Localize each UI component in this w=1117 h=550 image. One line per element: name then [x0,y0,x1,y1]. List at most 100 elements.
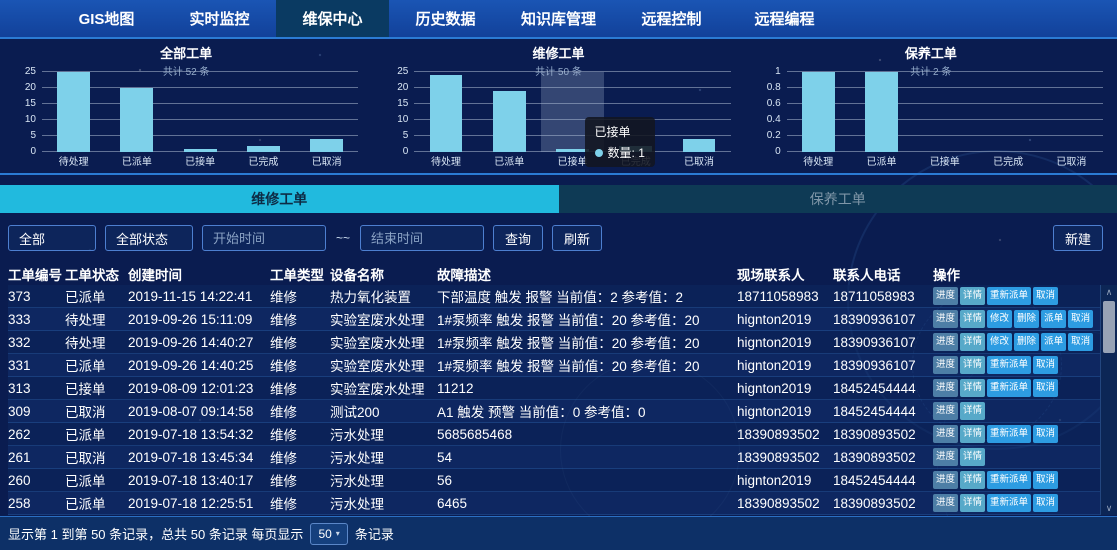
nav-item-remote-programming[interactable]: 远程编程 [728,0,841,37]
action-redispatch-button[interactable]: 重新派单 [987,471,1031,489]
action-cancel-button[interactable]: 取消 [1033,356,1058,374]
action-cancel-button[interactable]: 取消 [1033,471,1058,489]
chart-panel-3: 保养工单共计 2 条00.20.40.60.81待处理已派单已接单已完成已取消 [745,39,1117,173]
scroll-down-icon[interactable]: ∨ [1101,501,1117,515]
cell-fault-description: A1 触发 预警 当前值：0 参考值：0 [437,401,737,421]
chart-title: 维修工单 [372,39,744,62]
refresh-button[interactable]: 刷新 [552,225,602,251]
y-axis-tick: 1 [753,66,781,77]
tab-repair-orders[interactable]: 维修工单 [0,185,559,213]
tooltip-text: 数量: 1 [608,146,645,160]
start-time-input[interactable] [202,225,326,251]
cell-order-id: 309 [8,404,65,419]
cell-created-time: 2019-09-26 14:40:25 [128,358,270,373]
create-button[interactable]: 新建 [1053,225,1103,251]
nav-item-history-data[interactable]: 历史数据 [389,0,502,37]
cell-fault-description: 11212 [437,381,737,396]
action-cancel-button[interactable]: 取消 [1033,379,1058,397]
bar-待处理[interactable] [802,72,835,152]
bar-待处理[interactable] [430,75,463,152]
scroll-up-icon[interactable]: ∧ [1101,285,1117,299]
action-progress-button[interactable]: 进度 [933,425,958,443]
action-progress-button[interactable]: 进度 [933,310,958,328]
cell-site-contact: hignton2019 [737,312,833,327]
nav-item-maintenance-center[interactable]: 维保中心 [276,0,389,37]
cell-order-type: 维修 [270,332,330,352]
x-axis-label: 已接单 [169,153,232,168]
action-details-button[interactable]: 详情 [960,356,985,374]
action-cancel-button[interactable]: 取消 [1033,494,1058,512]
action-cancel-button[interactable]: 取消 [1068,333,1093,351]
action-redispatch-button[interactable]: 重新派单 [987,287,1031,305]
status-filter-select[interactable]: 全部状态 [105,225,193,251]
action-modify-button[interactable]: 修改 [987,333,1012,351]
action-progress-button[interactable]: 进度 [933,448,958,466]
bar-已取消[interactable] [683,139,716,152]
bar-slot [850,72,913,152]
x-axis-label: 已完成 [232,153,295,168]
bar-已完成[interactable] [247,146,280,152]
cell-site-contact: 18390893502 [737,427,833,442]
action-details-button[interactable]: 详情 [960,402,985,420]
cell-device-name: 实验室废水处理 [330,309,437,329]
action-details-button[interactable]: 详情 [960,425,985,443]
cell-created-time: 2019-07-18 13:40:17 [128,473,270,488]
action-progress-button[interactable]: 进度 [933,494,958,512]
action-dispatch-button[interactable]: 派单 [1041,333,1066,351]
action-cancel-button[interactable]: 取消 [1068,310,1093,328]
cell-order-id: 261 [8,450,65,465]
action-progress-button[interactable]: 进度 [933,356,958,374]
action-redispatch-button[interactable]: 重新派单 [987,494,1031,512]
action-details-button[interactable]: 详情 [960,471,985,489]
nav-item-remote-control[interactable]: 远程控制 [615,0,728,37]
bar-已派单[interactable] [120,88,153,152]
nav-item-knowledge-base[interactable]: 知识库管理 [502,0,615,37]
nav-item-gis-map[interactable]: GIS地图 [50,0,163,37]
action-details-button[interactable]: 详情 [960,448,985,466]
action-dispatch-button[interactable]: 派单 [1041,310,1066,328]
query-button[interactable]: 查询 [493,225,543,251]
type-filter-select[interactable]: 全部 [8,225,96,251]
bar-slot [1040,72,1103,152]
action-details-button[interactable]: 详情 [960,333,985,351]
action-progress-button[interactable]: 进度 [933,333,958,351]
cell-contact-phone: 18390893502 [833,427,933,442]
x-axis-label: 已派单 [850,153,913,168]
action-delete-button[interactable]: 删除 [1014,333,1039,351]
action-redispatch-button[interactable]: 重新派单 [987,356,1031,374]
cell-contact-phone: 18390936107 [833,335,933,350]
tab-maintenance-orders[interactable]: 保养工单 [559,185,1117,213]
action-details-button[interactable]: 详情 [960,310,985,328]
cell-order-id: 313 [8,381,65,396]
page-size-select[interactable]: 50 ▾ [310,523,347,545]
action-details-button[interactable]: 详情 [960,494,985,512]
action-progress-button[interactable]: 进度 [933,379,958,397]
scrollbar-thumb[interactable] [1103,301,1115,353]
x-axis-label: 已派单 [478,153,541,168]
action-progress-button[interactable]: 进度 [933,287,958,305]
action-details-button[interactable]: 详情 [960,379,985,397]
action-cancel-button[interactable]: 取消 [1033,287,1058,305]
cell-fault-description: 1#泵频率 触发 报警 当前值：20 参考值：20 [437,309,737,329]
action-cancel-button[interactable]: 取消 [1033,425,1058,443]
end-time-input[interactable] [360,225,484,251]
bar-已取消[interactable] [310,139,343,152]
action-details-button[interactable]: 详情 [960,287,985,305]
action-redispatch-button[interactable]: 重新派单 [987,425,1031,443]
bar-已派单[interactable] [493,91,526,152]
bar-已接单[interactable] [184,149,217,152]
nav-item-realtime-monitoring[interactable]: 实时监控 [163,0,276,37]
action-progress-button[interactable]: 进度 [933,471,958,489]
cell-device-name: 测试200 [330,401,437,421]
bar-已派单[interactable] [865,72,898,152]
action-delete-button[interactable]: 删除 [1014,310,1039,328]
action-progress-button[interactable]: 进度 [933,402,958,420]
bar-待处理[interactable] [57,72,90,152]
table-scrollbar[interactable]: ∧ ∨ [1100,285,1117,515]
action-redispatch-button[interactable]: 重新派单 [987,379,1031,397]
cell-device-name: 实验室废水处理 [330,378,437,398]
action-modify-button[interactable]: 修改 [987,310,1012,328]
row-actions: 进度详情重新派单取消 [933,425,1109,443]
cell-site-contact: hignton2019 [737,358,833,373]
x-axis-label: 已接单 [913,153,976,168]
